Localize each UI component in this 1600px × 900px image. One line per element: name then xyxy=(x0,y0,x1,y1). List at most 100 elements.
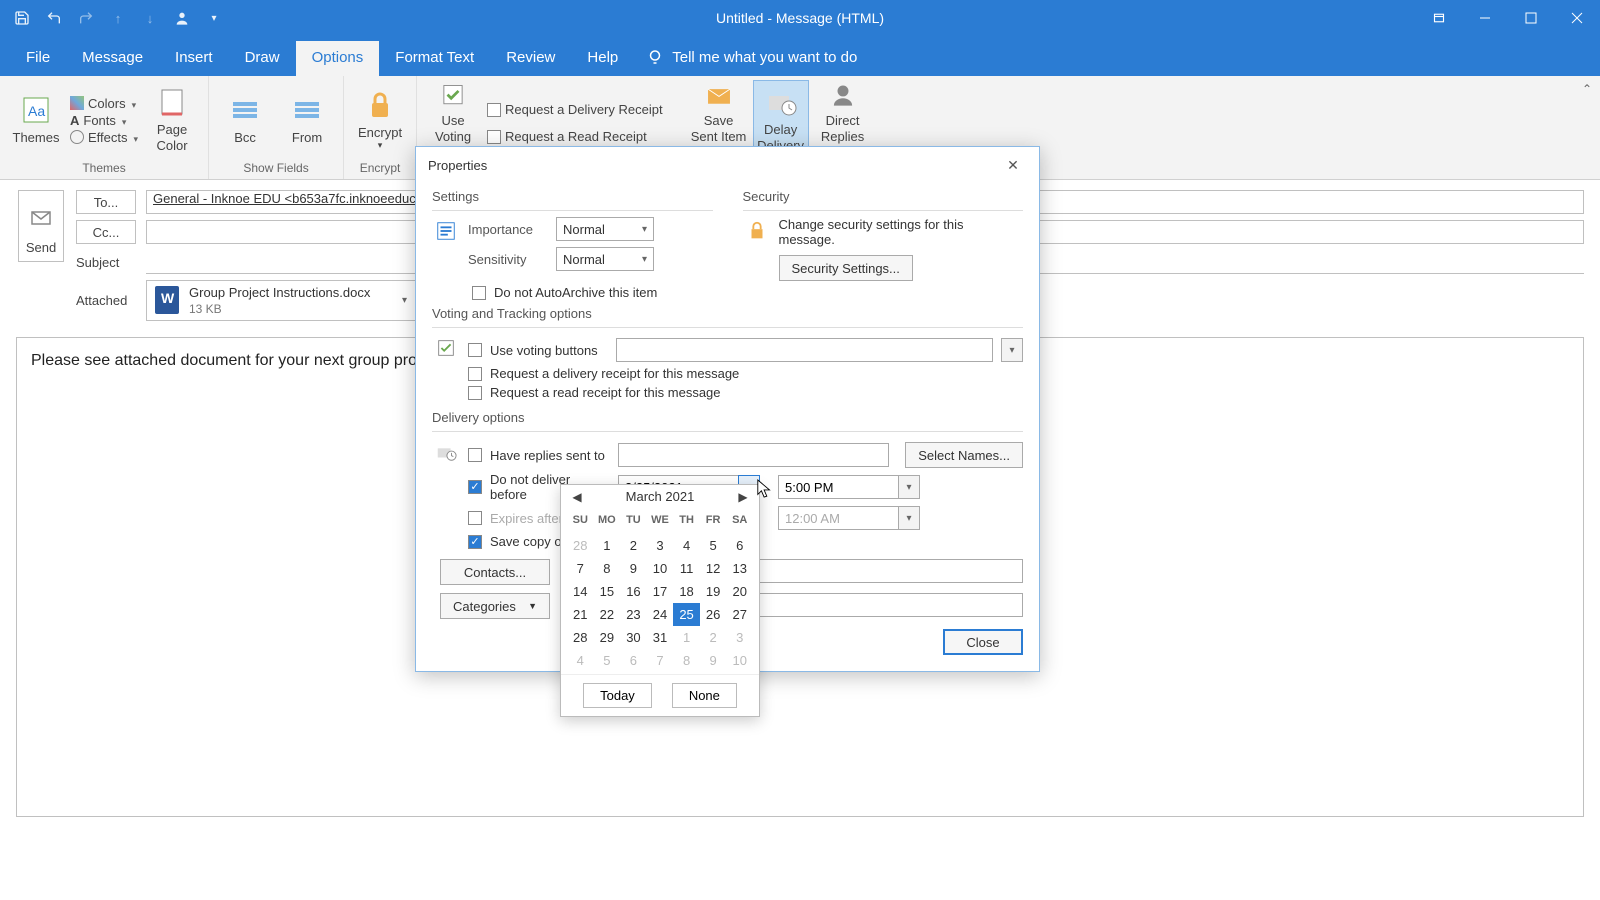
calendar-day-cell[interactable]: 3 xyxy=(726,626,753,649)
calendar-day-cell[interactable]: 13 xyxy=(726,557,753,580)
calendar-day-cell[interactable]: 19 xyxy=(700,580,727,603)
calendar-day-cell[interactable]: 17 xyxy=(647,580,674,603)
expires-time-dropdown-button[interactable]: ▾ xyxy=(898,506,920,530)
req-delivery-checkbox[interactable]: Request a delivery receipt for this mess… xyxy=(468,366,1023,381)
calendar-day-cell[interactable]: 2 xyxy=(700,626,727,649)
effects-button[interactable]: Effects xyxy=(70,130,138,145)
calendar-day-cell[interactable]: 29 xyxy=(594,626,621,649)
calendar-day-cell[interactable]: 16 xyxy=(620,580,647,603)
tell-me-search[interactable]: Tell me what you want to do xyxy=(646,48,857,76)
calendar-day-cell[interactable]: 15 xyxy=(594,580,621,603)
contacts-button[interactable]: Contacts... xyxy=(440,559,550,585)
tab-draw[interactable]: Draw xyxy=(229,41,296,76)
req-read-checkbox[interactable]: Request a read receipt for this message xyxy=(468,385,1023,400)
tab-message[interactable]: Message xyxy=(66,41,159,76)
calendar-day-cell[interactable]: 6 xyxy=(726,534,753,557)
have-replies-checkbox[interactable]: Have replies sent toSelect Names... xyxy=(468,442,1023,468)
today-button[interactable]: Today xyxy=(583,683,652,708)
delivery-receipt-checkbox[interactable]: Request a Delivery Receipt xyxy=(487,102,663,117)
calendar-day-cell[interactable]: 24 xyxy=(647,603,674,626)
calendar-day-cell[interactable]: 21 xyxy=(567,603,594,626)
calendar-day-cell[interactable]: 10 xyxy=(647,557,674,580)
calendar-day-cell[interactable]: 27 xyxy=(726,603,753,626)
close-dialog-button[interactable]: Close xyxy=(943,629,1023,655)
themes-button[interactable]: Aa Themes xyxy=(8,80,64,160)
calendar-day-cell[interactable]: 5 xyxy=(594,649,621,672)
calendar-day-cell[interactable]: 26 xyxy=(700,603,727,626)
calendar-day-cell[interactable]: 20 xyxy=(726,580,753,603)
use-voting-checkbox[interactable]: Use voting buttons▾ xyxy=(468,338,1023,362)
select-names-button[interactable]: Select Names... xyxy=(905,442,1023,468)
dialog-close-button[interactable]: ✕ xyxy=(999,155,1027,175)
calendar-day-cell[interactable]: 18 xyxy=(673,580,700,603)
close-button[interactable] xyxy=(1554,0,1600,36)
colors-button[interactable]: Colors xyxy=(70,96,138,111)
prev-month-button[interactable]: ◀ xyxy=(569,490,585,504)
calendar-day-cell[interactable]: 28 xyxy=(567,534,594,557)
calendar-day-cell[interactable]: 31 xyxy=(647,626,674,649)
page-color-button[interactable]: Page Color xyxy=(144,80,200,160)
person-icon[interactable] xyxy=(168,4,196,32)
sensitivity-dropdown[interactable]: Normal xyxy=(556,247,654,271)
calendar-day-cell[interactable]: 4 xyxy=(567,649,594,672)
calendar-day-cell[interactable]: 8 xyxy=(673,649,700,672)
tab-insert[interactable]: Insert xyxy=(159,41,229,76)
from-button[interactable]: From xyxy=(279,80,335,160)
calendar-day-cell[interactable]: 30 xyxy=(620,626,647,649)
voting-dropdown-button[interactable]: ▾ xyxy=(1001,338,1023,362)
save-icon[interactable] xyxy=(8,4,36,32)
tab-format-text[interactable]: Format Text xyxy=(379,41,490,76)
up-arrow-icon[interactable]: ↑ xyxy=(104,4,132,32)
encrypt-button[interactable]: Encrypt▾ xyxy=(352,80,408,160)
calendar-day-cell[interactable]: 7 xyxy=(647,649,674,672)
to-button[interactable]: To... xyxy=(76,190,136,214)
calendar-day-cell[interactable]: 2 xyxy=(620,534,647,557)
checkbox-checked-icon[interactable]: ✓ xyxy=(468,480,482,494)
calendar-day-cell[interactable]: 23 xyxy=(620,603,647,626)
ribbon-display-icon[interactable] xyxy=(1416,0,1462,36)
cc-button[interactable]: Cc... xyxy=(76,220,136,244)
qat-more-icon[interactable]: ▾ xyxy=(200,4,228,32)
no-autoarchive-checkbox[interactable]: Do not AutoArchive this item xyxy=(472,285,1023,300)
calendar-day-cell[interactable]: 7 xyxy=(567,557,594,580)
tab-options[interactable]: Options xyxy=(296,41,380,76)
calendar-day-cell[interactable]: 9 xyxy=(700,649,727,672)
next-month-button[interactable]: ▶ xyxy=(735,490,751,504)
calendar-day-cell[interactable]: 4 xyxy=(673,534,700,557)
calendar-day-cell[interactable]: 28 xyxy=(567,626,594,649)
calendar-day-cell[interactable]: 8 xyxy=(594,557,621,580)
tab-help[interactable]: Help xyxy=(571,41,634,76)
replies-input[interactable] xyxy=(618,443,889,467)
checkbox-icon[interactable] xyxy=(468,511,482,525)
calendar-day-cell[interactable]: 12 xyxy=(700,557,727,580)
undo-icon[interactable] xyxy=(40,4,68,32)
deliver-time-input[interactable] xyxy=(778,475,898,499)
calendar-day-cell[interactable]: 11 xyxy=(673,557,700,580)
tab-review[interactable]: Review xyxy=(490,41,571,76)
calendar-day-cell[interactable]: 10 xyxy=(726,649,753,672)
minimize-button[interactable] xyxy=(1462,0,1508,36)
redo-icon[interactable] xyxy=(72,4,100,32)
read-receipt-checkbox[interactable]: Request a Read Receipt xyxy=(487,129,663,144)
calendar-day-cell[interactable]: 5 xyxy=(700,534,727,557)
calendar-day-cell[interactable]: 6 xyxy=(620,649,647,672)
attachment-dropdown-icon[interactable]: ▾ xyxy=(402,295,407,306)
calendar-day-cell[interactable]: 22 xyxy=(594,603,621,626)
importance-dropdown[interactable]: Normal xyxy=(556,217,654,241)
none-button[interactable]: None xyxy=(672,683,737,708)
voting-input[interactable] xyxy=(616,338,993,362)
deliver-time-dropdown-button[interactable]: ▾ xyxy=(898,475,920,499)
security-settings-button[interactable]: Security Settings... xyxy=(779,255,913,281)
calendar-day-cell[interactable]: 1 xyxy=(673,626,700,649)
send-button[interactable]: Send xyxy=(18,190,64,262)
expires-time-input[interactable] xyxy=(778,506,898,530)
down-arrow-icon[interactable]: ↓ xyxy=(136,4,164,32)
calendar-day-cell[interactable]: 3 xyxy=(647,534,674,557)
fonts-button[interactable]: AFonts xyxy=(70,113,138,128)
categories-button[interactable]: Categories▼ xyxy=(440,593,550,619)
calendar-day-cell[interactable]: 9 xyxy=(620,557,647,580)
tab-file[interactable]: File xyxy=(10,41,66,76)
bcc-button[interactable]: Bcc xyxy=(217,80,273,160)
calendar-day-cell[interactable]: 25 xyxy=(673,603,700,626)
maximize-button[interactable] xyxy=(1508,0,1554,36)
